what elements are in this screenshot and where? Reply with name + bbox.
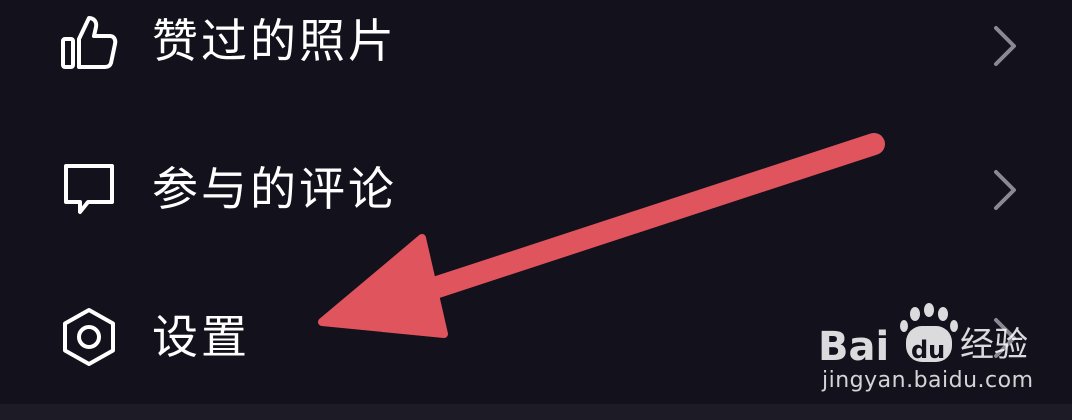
- screen: 赞过的照片 参与的评论 设置 Bai du 经验 jingyan.baidu.c…: [0, 0, 1072, 420]
- menu-item-comments[interactable]: 参与的评论: [0, 128, 1072, 248]
- baidu-jingyan-watermark: Bai du 经验 jingyan.baidu.com: [818, 300, 1058, 400]
- chevron-right-icon: [990, 22, 1020, 70]
- chevron-right-icon: [990, 166, 1020, 214]
- menu-item-liked-photos[interactable]: 赞过的照片: [0, 0, 1072, 102]
- svg-text:Bai: Bai: [818, 324, 889, 370]
- comment-icon: [58, 158, 120, 220]
- svg-text:du: du: [911, 336, 945, 364]
- menu-item-label: 设置: [152, 310, 250, 364]
- menu-item-label: 参与的评论: [152, 162, 397, 216]
- svg-text:经验: 经验: [960, 325, 1028, 365]
- thumbs-up-icon: [58, 12, 120, 74]
- menu-item-label: 赞过的照片: [152, 14, 397, 68]
- watermark-url: jingyan.baidu.com: [822, 368, 1034, 393]
- bottom-divider: [0, 404, 1072, 420]
- baidu-jingyan-logo: Bai du 经验: [818, 303, 1028, 370]
- settings-hexagon-icon: [58, 306, 120, 368]
